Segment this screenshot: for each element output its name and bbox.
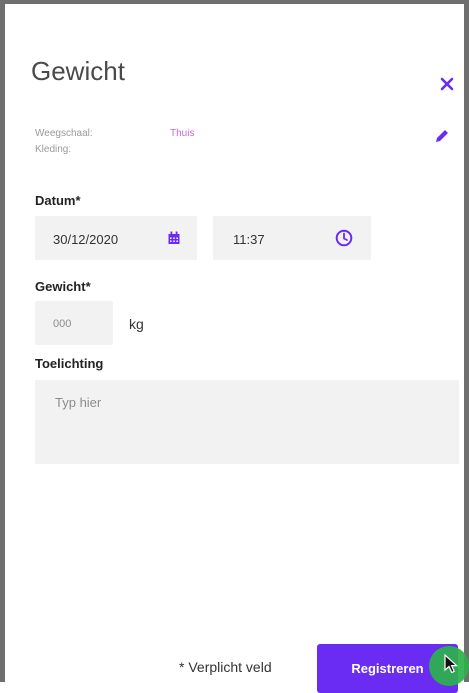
mouse-cursor-icon <box>444 654 458 674</box>
dialog-title: Gewicht <box>31 56 125 86</box>
weight-placeholder: 000 <box>53 318 72 330</box>
register-button-label: Registreren <box>351 661 424 676</box>
time-input[interactable]: 11:37 <box>213 216 371 260</box>
edit-button[interactable] <box>433 127 451 145</box>
note-placeholder: Typ hier <box>55 395 102 410</box>
note-textarea[interactable]: Typ hier <box>35 380 459 464</box>
clothing-label: Kleding: <box>35 144 72 155</box>
time-value: 11:37 <box>233 232 265 247</box>
required-field-note: * Verplicht veld <box>179 659 272 675</box>
scale-value: Thuis <box>170 128 195 139</box>
date-value: 30/12/2020 <box>53 232 119 247</box>
note-label: Toelichting <box>35 356 104 371</box>
close-button[interactable] <box>439 76 455 92</box>
weight-input[interactable]: 000 <box>35 301 113 345</box>
weight-unit: kg <box>129 316 144 332</box>
date-input[interactable]: 30/12/2020 <box>35 216 197 260</box>
pencil-icon <box>436 130 448 142</box>
scale-label: Weegschaal: <box>35 128 93 139</box>
calendar-icon <box>168 231 180 244</box>
clock-icon <box>335 229 353 247</box>
date-label: Datum* <box>35 193 81 208</box>
weight-dialog: Gewicht Weegschaal: Thuis Kleding: Datum… <box>0 0 469 693</box>
weight-label: Gewicht* <box>35 279 91 294</box>
close-icon <box>440 77 454 91</box>
